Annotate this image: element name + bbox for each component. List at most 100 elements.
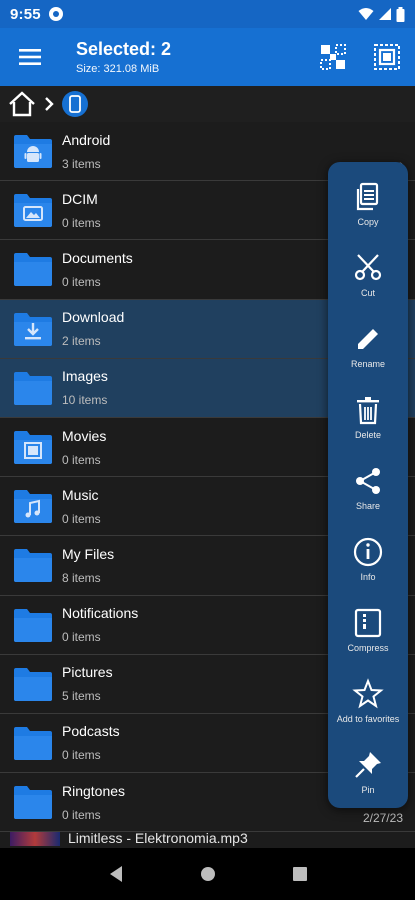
folder-name: Pictures [62, 664, 113, 681]
selection-summary: Selected: 2 Size: 321.08 MiB [76, 39, 171, 75]
appbar-actions [317, 41, 415, 73]
folder-item-count: 0 items [62, 452, 101, 467]
menu-item-compress[interactable]: Compress [328, 595, 408, 666]
menu-item-label: Pin [361, 785, 375, 796]
folder-text: Download 2 items [62, 309, 124, 348]
home-icon[interactable] [8, 91, 36, 117]
folder-text: Notifications 0 items [62, 605, 138, 644]
selection-size: Size: 321.08 MiB [76, 63, 160, 75]
menu-item-cut[interactable]: Cut [328, 239, 408, 310]
menu-item-share[interactable]: Share [328, 452, 408, 523]
back-icon[interactable] [108, 865, 124, 883]
menu-item-label: Info [360, 572, 376, 583]
scissors-icon [354, 253, 382, 280]
folder-name: Ringtones [62, 782, 126, 799]
folder-text: DCIM 0 items [62, 191, 101, 230]
selection-title: Selected: 2 [76, 39, 172, 59]
folder-item-count: 0 items [62, 511, 101, 526]
folder-icon [12, 546, 54, 584]
folder-icon [12, 606, 54, 644]
folder-name: Music [62, 486, 99, 503]
folder-name: DCIM [62, 190, 98, 207]
select-all-icon [374, 44, 400, 70]
chevron-right-icon [45, 97, 54, 111]
menu-item-label: Share [355, 500, 381, 511]
share-icon [356, 467, 380, 494]
status-indicators [358, 6, 405, 22]
home-circle-icon[interactable] [199, 865, 217, 883]
menu-button[interactable] [0, 28, 60, 86]
menu-item-label: Compress [347, 643, 389, 654]
app-notification-icon [48, 7, 63, 21]
menu-item-copy[interactable]: Copy [328, 168, 408, 239]
device-storage-crumb[interactable] [62, 91, 88, 117]
folder-icon [12, 369, 54, 407]
folder-text: Movies 0 items [62, 428, 106, 467]
copy-icon [356, 182, 379, 210]
menu-item-info[interactable]: Info [328, 524, 408, 595]
folder-item-count: 10 items [62, 393, 108, 408]
folder-icon [12, 783, 54, 821]
hamburger-menu-icon [19, 49, 41, 65]
folder-item-count: 0 items [62, 807, 101, 822]
recents-icon[interactable] [292, 866, 308, 882]
menu-item-label: Copy [357, 216, 379, 227]
phone-icon [69, 95, 81, 113]
file-name: Limitless - Elektronomia.mp3 [68, 830, 248, 847]
menu-item-label: Cut [360, 287, 375, 298]
folder-icon [12, 724, 54, 762]
menu-item-label: Delete [354, 429, 381, 440]
wifi-icon [358, 8, 374, 20]
folder-text: My Files 8 items [62, 546, 114, 585]
folder-name: My Files [62, 545, 115, 562]
folder-text: Pictures 5 items [62, 664, 113, 703]
folder-music-note-icon [12, 487, 54, 525]
folder-name: Movies [62, 427, 107, 444]
signal-icon [379, 8, 391, 20]
folder-item-count: 3 items [62, 156, 101, 171]
pin-icon [355, 752, 381, 779]
folder-image-icon [12, 191, 54, 229]
folder-date: 2/27/23 [362, 811, 403, 826]
folder-text: Podcasts 0 items [62, 723, 120, 762]
status-time: 9:55 [10, 5, 41, 23]
folder-item-count: 2 items [62, 334, 101, 349]
invert-selection-icon [320, 44, 346, 70]
folder-text: Documents 0 items [62, 250, 133, 289]
invert-selection-button[interactable] [317, 41, 349, 73]
folder-name: Podcasts [62, 723, 120, 740]
context-menu: Copy Cut Rename Delete Share Info Compress Add … [328, 162, 408, 808]
folder-item-count: 5 items [62, 689, 101, 704]
menu-item-add-to-favorites[interactable]: Add to favorites [328, 666, 408, 737]
folder-item-count: 0 items [62, 748, 101, 763]
folder-icon [12, 665, 54, 703]
folder-item-count: 8 items [62, 570, 101, 585]
folder-icon [12, 250, 54, 288]
folder-text: Ringtones 0 items [62, 783, 125, 822]
select-all-button[interactable] [371, 41, 403, 73]
info-icon [353, 537, 383, 567]
battery-icon [396, 6, 405, 22]
star-icon [352, 678, 384, 709]
folder-text: Music 0 items [62, 487, 101, 526]
folder-name: Notifications [62, 605, 139, 622]
file-row[interactable]: Limitless - Elektronomia.mp3 [0, 830, 415, 847]
menu-item-label: Rename [350, 358, 386, 369]
folder-item-count: 0 items [62, 274, 101, 289]
folder-android-icon [12, 132, 54, 170]
menu-item-pin[interactable]: Pin [328, 737, 408, 808]
folder-name: Documents [62, 249, 133, 266]
folder-item-count: 0 items [62, 630, 101, 645]
menu-item-rename[interactable]: Rename [328, 310, 408, 381]
folder-text: Android 3 items [62, 132, 110, 171]
status-bar: 9:55 [0, 0, 415, 28]
menu-item-delete[interactable]: Delete [328, 381, 408, 452]
trash-icon [357, 396, 379, 424]
folder-download-icon [12, 310, 54, 348]
folder-name: Android [62, 131, 111, 148]
folder-film-icon [12, 428, 54, 466]
folder-item-count: 0 items [62, 215, 101, 230]
archive-icon [354, 609, 382, 638]
breadcrumb [0, 86, 415, 122]
pencil-icon [358, 328, 378, 349]
